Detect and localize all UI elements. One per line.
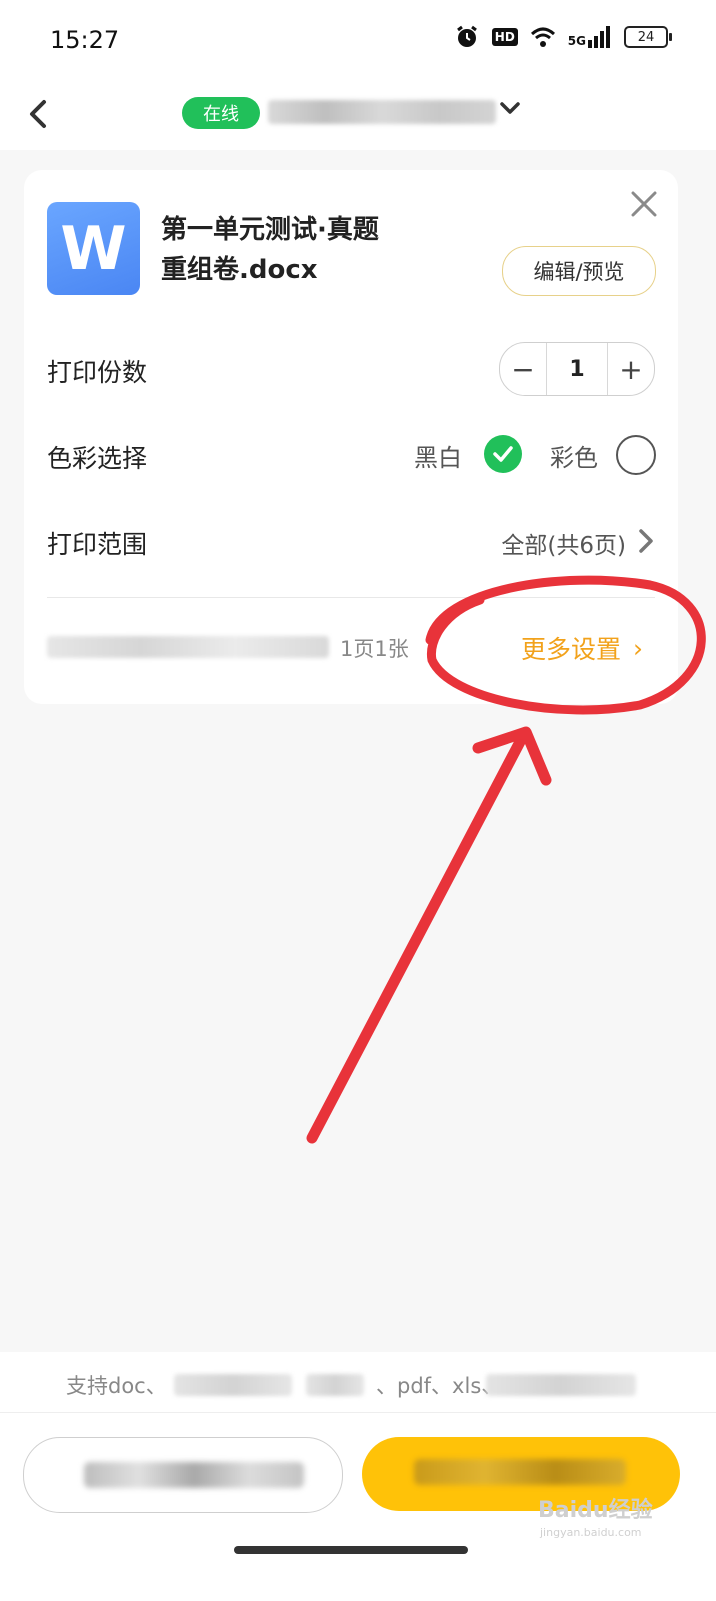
- baidu-watermark: Baidu经验: [538, 1498, 653, 1523]
- more-settings-link[interactable]: 更多设置 ›: [521, 630, 643, 666]
- supported-formats-redacted-1: [174, 1374, 292, 1396]
- print-range-value[interactable]: 全部(共6页): [501, 526, 626, 560]
- status-bar: 15:27 HD 5G 24: [0, 0, 716, 82]
- hd-icon: HD: [491, 28, 518, 46]
- supported-formats-mid: 、pdf、xls、: [376, 1374, 503, 1398]
- home-indicator[interactable]: [234, 1546, 468, 1554]
- chevron-down-icon[interactable]: [498, 96, 522, 122]
- alarm-icon: [456, 25, 477, 47]
- online-status-badge: 在线: [182, 97, 260, 129]
- baidu-watermark-url: jingyan.baidu.com: [540, 1526, 642, 1539]
- option-black-white-label[interactable]: 黑白: [414, 438, 462, 473]
- network-type-label: 5G: [567, 34, 586, 48]
- battery-icon: 24: [624, 26, 672, 48]
- status-icons: HD 5G 24: [454, 24, 672, 50]
- supported-formats-redacted-2: [306, 1374, 364, 1396]
- secondary-action-button[interactable]: [23, 1437, 343, 1513]
- cellular-signal-icon: 5G: [568, 26, 612, 48]
- copies-value[interactable]: 1: [546, 343, 608, 395]
- radio-color-unselected[interactable]: [616, 435, 656, 475]
- color-mode-label: 色彩选择: [47, 444, 148, 473]
- print-settings-card: W 第一单元测试·真题 重组卷.docx 编辑/预览 打印份数 − 1 + 色彩…: [24, 170, 678, 704]
- signal-bars-icon: [588, 26, 610, 48]
- word-document-icon: W: [47, 202, 140, 295]
- chevron-right-icon: ›: [633, 633, 644, 663]
- status-time: 15:27: [50, 26, 120, 54]
- back-arrow-icon[interactable]: [22, 94, 62, 134]
- copies-stepper: − 1 +: [499, 342, 655, 396]
- header: 在线: [0, 82, 716, 150]
- file-name-line2: 重组卷.docx: [161, 255, 318, 285]
- file-name-line1: 第一单元测试·真题: [161, 215, 379, 245]
- close-icon[interactable]: [628, 188, 660, 220]
- supported-formats-prefix: 支持doc、: [66, 1374, 167, 1398]
- printer-name-redacted[interactable]: [268, 100, 496, 124]
- battery-level: 24: [637, 29, 655, 45]
- annotation-arrow-shaft: [306, 732, 528, 1144]
- option-color-label[interactable]: 彩色: [550, 438, 598, 473]
- file-name: 第一单元测试·真题 重组卷.docx: [161, 210, 471, 290]
- print-summary-redacted: [47, 636, 329, 658]
- page-count-summary: 1页1张: [340, 637, 409, 661]
- more-settings-label: 更多设置: [521, 635, 622, 664]
- print-range-label: 打印范围: [47, 530, 148, 559]
- radio-black-white-selected[interactable]: [484, 435, 522, 473]
- divider: [47, 597, 655, 598]
- primary-button-label-redacted: [414, 1459, 626, 1485]
- wifi-icon: [530, 27, 555, 47]
- supported-formats-redacted-3: [486, 1374, 636, 1396]
- secondary-button-label-redacted: [84, 1462, 304, 1488]
- copies-label: 打印份数: [47, 358, 148, 387]
- checkmark-icon: [493, 446, 513, 462]
- annotation-arrow-head: [472, 726, 552, 786]
- decrease-copies-button[interactable]: −: [500, 343, 546, 395]
- chevron-right-icon[interactable]: [634, 525, 658, 557]
- increase-copies-button[interactable]: +: [608, 343, 654, 395]
- edit-preview-button[interactable]: 编辑/预览: [502, 246, 656, 296]
